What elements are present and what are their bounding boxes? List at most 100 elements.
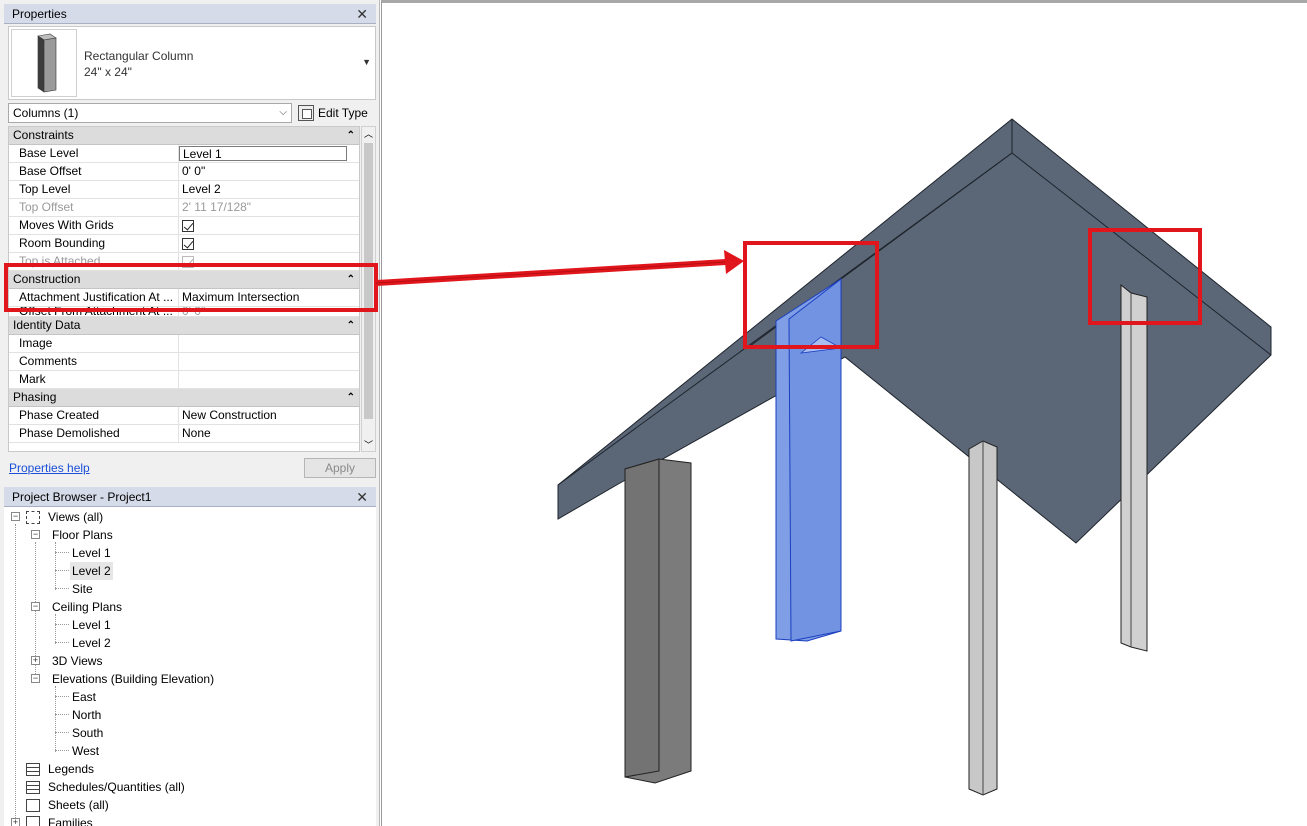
row-image[interactable]: Image <box>9 335 359 353</box>
collapse-icon[interactable]: ⌃ <box>347 317 355 334</box>
scroll-down-icon[interactable]: ﹀ <box>364 438 373 451</box>
group-construction[interactable]: Construction ⌃ <box>9 271 359 289</box>
group-label: Construction <box>13 272 81 286</box>
tree-floor-plan-level-2[interactable]: Level 2 <box>70 562 113 580</box>
project-browser: Project Browser - Project1 ✕ − Views (al… <box>4 487 376 826</box>
phase-demolished-value[interactable]: None <box>179 425 359 442</box>
row-offset-from-attachment[interactable]: Offset From Attachment At ... 0' 0" <box>9 307 359 317</box>
row-top-level[interactable]: Top Level Level 2 <box>9 181 359 199</box>
scroll-thumb[interactable] <box>364 143 373 419</box>
collapse-toggle-icon[interactable]: − <box>31 602 40 611</box>
collapse-toggle-icon[interactable]: − <box>31 530 40 539</box>
base-level-input[interactable]: Level 1 <box>179 146 347 161</box>
instance-filter-value: Columns (1) <box>13 106 79 120</box>
attachment-justification-value[interactable]: Maximum Intersection <box>179 289 359 306</box>
row-label: Mark <box>9 371 179 388</box>
row-phase-demolished[interactable]: Phase Demolished None <box>9 425 359 443</box>
row-label: Top Offset <box>9 199 179 216</box>
tree-families[interactable]: Families <box>48 814 93 826</box>
tree-legends[interactable]: Legends <box>48 760 94 778</box>
sheets-icon <box>26 799 40 812</box>
moves-with-grids-checkbox[interactable] <box>182 220 194 232</box>
property-scrollbar[interactable]: ︿ ﹀ <box>361 126 376 452</box>
tree-ceiling-plan-level-2[interactable]: Level 2 <box>72 634 111 652</box>
tree-floor-plans[interactable]: Floor Plans <box>52 526 113 544</box>
properties-palette: Properties ✕ Rectangular Column 24" x 24… <box>4 4 376 484</box>
tree-ceiling-plans[interactable]: Ceiling Plans <box>52 598 122 616</box>
expand-toggle-icon[interactable]: + <box>31 656 40 665</box>
left-dock: Properties ✕ Rectangular Column 24" x 24… <box>0 0 380 826</box>
properties-help-link[interactable]: Properties help <box>9 461 90 475</box>
collapse-toggle-icon[interactable]: − <box>11 512 20 521</box>
row-label: Room Bounding <box>9 235 179 252</box>
instance-filter-select[interactable]: Columns (1) ⌵ <box>8 103 292 123</box>
column-thumbnail-icon <box>11 29 77 97</box>
tree-schedules[interactable]: Schedules/Quantities (all) <box>48 778 185 796</box>
tree-views-all[interactable]: Views (all) <box>48 508 103 526</box>
row-attachment-justification[interactable]: Attachment Justification At ... Maximum … <box>9 289 359 307</box>
top-offset-value: 2' 11 17/128" <box>182 200 252 214</box>
top-level-value[interactable]: Level 2 <box>179 181 359 198</box>
collapse-icon[interactable]: ⌃ <box>347 389 355 406</box>
expand-toggle-icon[interactable]: + <box>11 818 20 826</box>
type-dropdown-icon[interactable]: ▼ <box>362 57 371 67</box>
families-icon <box>26 816 40 826</box>
group-phasing[interactable]: Phasing ⌃ <box>9 389 359 407</box>
row-room-bounding[interactable]: Room Bounding <box>9 235 359 253</box>
mark-value[interactable] <box>179 371 359 388</box>
tree-elevation-south[interactable]: South <box>72 724 103 742</box>
tree-elevations[interactable]: Elevations (Building Elevation) <box>52 670 214 688</box>
room-bounding-checkbox[interactable] <box>182 238 194 250</box>
type-size: 24" x 24" <box>84 65 132 79</box>
project-tree: − Views (all) − Floor Plans Level 1 Leve… <box>4 508 376 826</box>
row-label: Phase Created <box>9 407 179 424</box>
project-browser-header: Project Browser - Project1 ✕ <box>4 487 376 507</box>
tree-sheets[interactable]: Sheets (all) <box>48 796 109 814</box>
tree-elevation-west[interactable]: West <box>72 742 99 760</box>
type-selector[interactable]: Rectangular Column 24" x 24" ▼ <box>8 26 376 100</box>
collapse-toggle-icon[interactable]: − <box>31 674 40 683</box>
group-identity-data[interactable]: Identity Data ⌃ <box>9 317 359 335</box>
tree-floor-plan-level-1[interactable]: Level 1 <box>72 544 111 562</box>
row-comments[interactable]: Comments <box>9 353 359 371</box>
row-phase-created[interactable]: Phase Created New Construction <box>9 407 359 425</box>
collapse-icon[interactable]: ⌃ <box>347 127 355 144</box>
row-label: Image <box>9 335 179 352</box>
tree-elevation-north[interactable]: North <box>72 706 101 724</box>
edit-type-label: Edit Type <box>318 106 368 120</box>
close-icon[interactable]: ✕ <box>356 5 368 23</box>
edit-type-icon <box>298 105 314 121</box>
edit-type-button[interactable]: Edit Type <box>298 103 368 123</box>
project-browser-title: Project Browser - Project1 <box>12 489 152 504</box>
tree-elevation-east[interactable]: East <box>72 688 96 706</box>
row-base-offset[interactable]: Base Offset 0' 0" <box>9 163 359 181</box>
comments-value[interactable] <box>179 353 359 370</box>
row-mark[interactable]: Mark <box>9 371 359 389</box>
properties-title: Properties <box>12 6 67 21</box>
tree-ceiling-plan-level-1[interactable]: Level 1 <box>72 616 111 634</box>
tree-floor-plan-site[interactable]: Site <box>72 580 93 598</box>
scroll-up-icon[interactable]: ︿ <box>364 127 373 140</box>
properties-header: Properties ✕ <box>4 4 376 24</box>
tree-3d-views[interactable]: 3D Views <box>52 652 102 670</box>
base-offset-value[interactable]: 0' 0" <box>179 163 359 180</box>
views-icon <box>26 511 40 524</box>
image-value[interactable] <box>179 335 359 352</box>
row-moves-with-grids[interactable]: Moves With Grids <box>9 217 359 235</box>
close-icon[interactable]: ✕ <box>356 488 368 506</box>
collapse-icon[interactable]: ⌃ <box>347 271 355 288</box>
offset-from-attachment-value[interactable]: 0' 0" <box>179 307 359 316</box>
row-label: Offset From Attachment At ... <box>9 307 179 316</box>
apply-button[interactable]: Apply <box>304 458 376 478</box>
3d-viewport[interactable] <box>381 0 1307 826</box>
properties-footer: Properties help Apply <box>8 456 376 482</box>
phase-created-value[interactable]: New Construction <box>179 407 359 424</box>
chevron-down-icon: ⌵ <box>279 107 287 118</box>
row-label: Moves With Grids <box>9 217 179 234</box>
concrete-column-face <box>624 458 660 778</box>
group-constraints[interactable]: Constraints ⌃ <box>9 127 359 145</box>
row-base-level[interactable]: Base Level Level 1 <box>9 145 359 163</box>
steel-column-rear[interactable] <box>1120 283 1148 652</box>
top-is-attached-checkbox <box>182 256 194 268</box>
property-grid: Constraints ⌃ Base Level Level 1 Base Of… <box>8 126 360 452</box>
